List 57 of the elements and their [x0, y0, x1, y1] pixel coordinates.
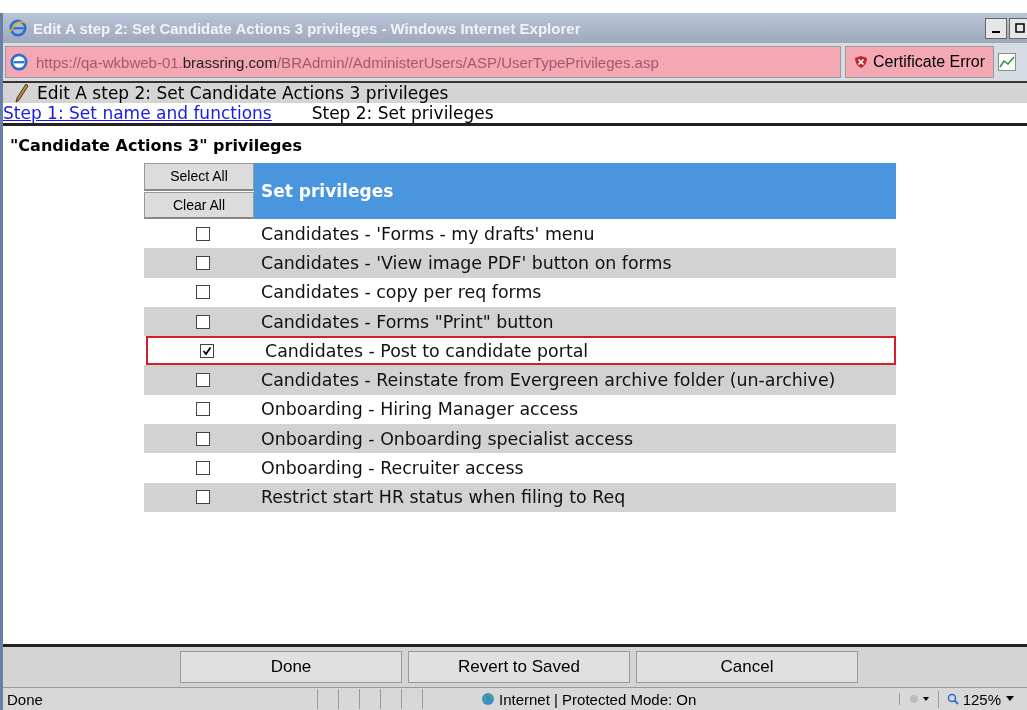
- checkbox[interactable]: [195, 255, 210, 270]
- select-all-button[interactable]: Select All: [144, 163, 254, 191]
- checkbox[interactable]: [195, 402, 210, 417]
- privilege-label: Candidates - Forms "Print" button: [261, 311, 554, 332]
- browser-logo-icon: [10, 53, 28, 71]
- privilege-label: Onboarding - Recruiter access: [261, 458, 524, 478]
- checkbox[interactable]: [195, 431, 210, 446]
- checkbox[interactable]: [195, 373, 210, 388]
- privilege-row[interactable]: Candidates - copy per req forms: [144, 277, 896, 307]
- clear-all-button[interactable]: Clear All: [144, 191, 254, 219]
- privilege-label: Candidates - Reinstate from Evergreen archive folder (un-archive): [261, 370, 836, 391]
- window-title: Edit A step 2: Set Candidate Actions 3 privileges - Windows Internet Explorer: [33, 19, 582, 37]
- browser-logo-icon: [9, 19, 27, 37]
- checkbox[interactable]: [195, 461, 210, 475]
- privilege-row[interactable]: Restrict start HR status when filing to Req: [144, 482, 896, 512]
- privilege-row[interactable]: Candidates - Post to candidate portal: [146, 336, 896, 366]
- shield-icon: [854, 55, 868, 69]
- maximize-icon: [1015, 23, 1025, 33]
- globe-icon: [481, 692, 495, 706]
- magnifier-icon: [946, 693, 959, 705]
- privilege-row[interactable]: Onboarding - Recruiter access: [144, 453, 896, 483]
- action-button[interactable]: Revert to Saved: [408, 651, 630, 683]
- checkbox[interactable]: [195, 314, 210, 329]
- privilege-row[interactable]: Candidates - Reinstate from Evergreen archive folder (un-archive): [144, 365, 896, 395]
- minimize-button[interactable]: [985, 17, 1007, 39]
- privilege-label: Onboarding - Onboarding specialist access: [261, 428, 634, 449]
- checkbox[interactable]: [195, 490, 210, 505]
- privilege-label: Candidates - Post to candidate portal: [265, 340, 589, 361]
- current-step: Step 2: Set privileges: [311, 103, 494, 123]
- checkbox[interactable]: [199, 343, 214, 358]
- section-heading: "Candidate Actions 3" privileges: [9, 136, 303, 155]
- privilege-label: Candidates - 'Forms - my drafts' menu: [261, 223, 595, 244]
- status-text: Done: [6, 690, 44, 708]
- chart-icon[interactable]: [998, 53, 1017, 71]
- maximize-button[interactable]: [1009, 17, 1027, 39]
- zoom-control[interactable]: 125%: [937, 690, 1027, 708]
- page-title: Edit A step 2: Set Candidate Actions 3 privileges: [37, 83, 449, 103]
- privilege-row[interactable]: Onboarding - Hiring Manager access: [144, 394, 896, 425]
- column-header: Set privileges: [254, 163, 896, 219]
- privilege-row[interactable]: Onboarding - Onboarding specialist access: [144, 424, 896, 454]
- zone-text: Internet | Protected Mode: On: [499, 690, 697, 708]
- privilege-row[interactable]: Candidates - Forms "Print" button: [144, 306, 896, 337]
- privilege-row[interactable]: Candidates - 'View image PDF' button on forms: [144, 248, 896, 278]
- certificate-error-button[interactable]: Certificate Error: [845, 46, 995, 78]
- checkbox[interactable]: [195, 285, 210, 300]
- privilege-row[interactable]: Candidates - 'Forms - my drafts' menu: [144, 219, 896, 249]
- checkbox[interactable]: [195, 226, 210, 241]
- privilege-label: Restrict start HR status when filing to Req: [261, 487, 626, 508]
- privilege-label: Candidates - 'View image PDF' button on forms: [261, 252, 672, 273]
- minimize-icon: [992, 31, 1000, 33]
- step-link[interactable]: Step 1: Set name and functions: [3, 103, 272, 123]
- action-button[interactable]: Done: [180, 651, 402, 683]
- privilege-label: Onboarding - Hiring Manager access: [261, 399, 578, 420]
- privilege-label: Candidates - copy per req forms: [261, 282, 542, 303]
- action-button[interactable]: Cancel: [636, 651, 858, 683]
- address-field[interactable]: https://qa-wkbweb-01.brassring.com/BRAdmin//AdministerUsers/ASP/UserTypePrivileges.asp: [5, 46, 841, 78]
- caret-icon: [1005, 696, 1015, 702]
